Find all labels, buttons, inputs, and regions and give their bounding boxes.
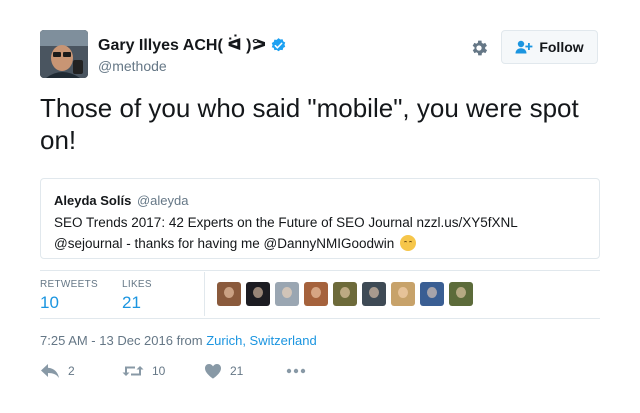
liker-avatar[interactable] (333, 282, 357, 306)
author-display-name[interactable]: Gary Illyes ACH( ᐛ )ᕗ (98, 35, 266, 55)
tweet-actions: 2 10 21 (40, 363, 314, 379)
like-button[interactable]: 21 (204, 363, 286, 379)
author-avatar[interactable] (40, 30, 88, 78)
quoted-tweet[interactable]: Aleyda Solís @aleyda SEO Trends 2017: 42… (40, 178, 600, 259)
reply-icon (41, 364, 59, 378)
more-button[interactable] (286, 368, 314, 374)
more-dots-icon (286, 368, 306, 374)
like-count: 21 (230, 364, 244, 378)
timestamp-text[interactable]: 7:25 AM - 13 Dec 2016 from (40, 333, 206, 348)
liker-avatar[interactable] (304, 282, 328, 306)
verified-badge-icon (272, 37, 286, 51)
reply-button[interactable]: 2 (40, 363, 122, 379)
liker-avatar[interactable] (449, 282, 473, 306)
stats-separator (204, 272, 205, 316)
location-link[interactable]: Zurich, Switzerland (206, 333, 317, 348)
avatar-photo-icon (40, 30, 88, 78)
tweet-timestamp: 7:25 AM - 13 Dec 2016 from Zurich, Switz… (40, 333, 317, 348)
quoted-tweet-text: SEO Trends 2017: 42 Experts on the Futur… (54, 215, 518, 251)
divider-bottom (40, 318, 600, 319)
heart-icon (205, 364, 221, 379)
reply-count: 2 (68, 364, 75, 378)
likes-label: LIKES (122, 279, 152, 290)
quoted-author-handle: @aleyda (136, 193, 189, 208)
quoted-author-name: Aleyda Solís (54, 193, 132, 208)
tweet-text: Those of you who said "mobile", you were… (40, 93, 579, 155)
follow-button[interactable]: Follow (501, 30, 598, 64)
likes-value: 21 (122, 293, 141, 312)
liker-avatar[interactable] (391, 282, 415, 306)
likes-stat[interactable]: LIKES 21 (122, 279, 152, 313)
quoted-tweet-body: SEO Trends 2017: 42 Experts on the Futur… (54, 212, 584, 254)
retweets-stat[interactable]: RETWEETS 10 (40, 279, 98, 313)
gear-icon[interactable] (469, 38, 489, 58)
follow-label: Follow (539, 39, 584, 55)
retweet-button[interactable]: 10 (122, 363, 204, 379)
divider-top (40, 270, 600, 271)
retweet-icon (122, 366, 144, 376)
add-person-icon (515, 40, 533, 54)
liker-avatar[interactable] (275, 282, 299, 306)
smiling-blush-emoji-icon (400, 235, 417, 251)
retweets-value: 10 (40, 293, 59, 312)
liker-avatar[interactable] (246, 282, 270, 306)
author-handle[interactable]: @methode (98, 58, 167, 74)
liker-avatar[interactable] (217, 282, 241, 306)
retweets-label: RETWEETS (40, 279, 98, 290)
liker-avatar[interactable] (362, 282, 386, 306)
author-name-row[interactable]: Gary Illyes ACH( ᐛ )ᕗ (98, 35, 287, 55)
liker-avatars (217, 282, 478, 306)
liker-avatar[interactable] (420, 282, 444, 306)
retweet-count: 10 (152, 364, 166, 378)
tweet-card: Gary Illyes ACH( ᐛ )ᕗ @methode Follow Th… (0, 0, 640, 413)
quoted-tweet-header: Aleyda Solís @aleyda (54, 193, 188, 208)
